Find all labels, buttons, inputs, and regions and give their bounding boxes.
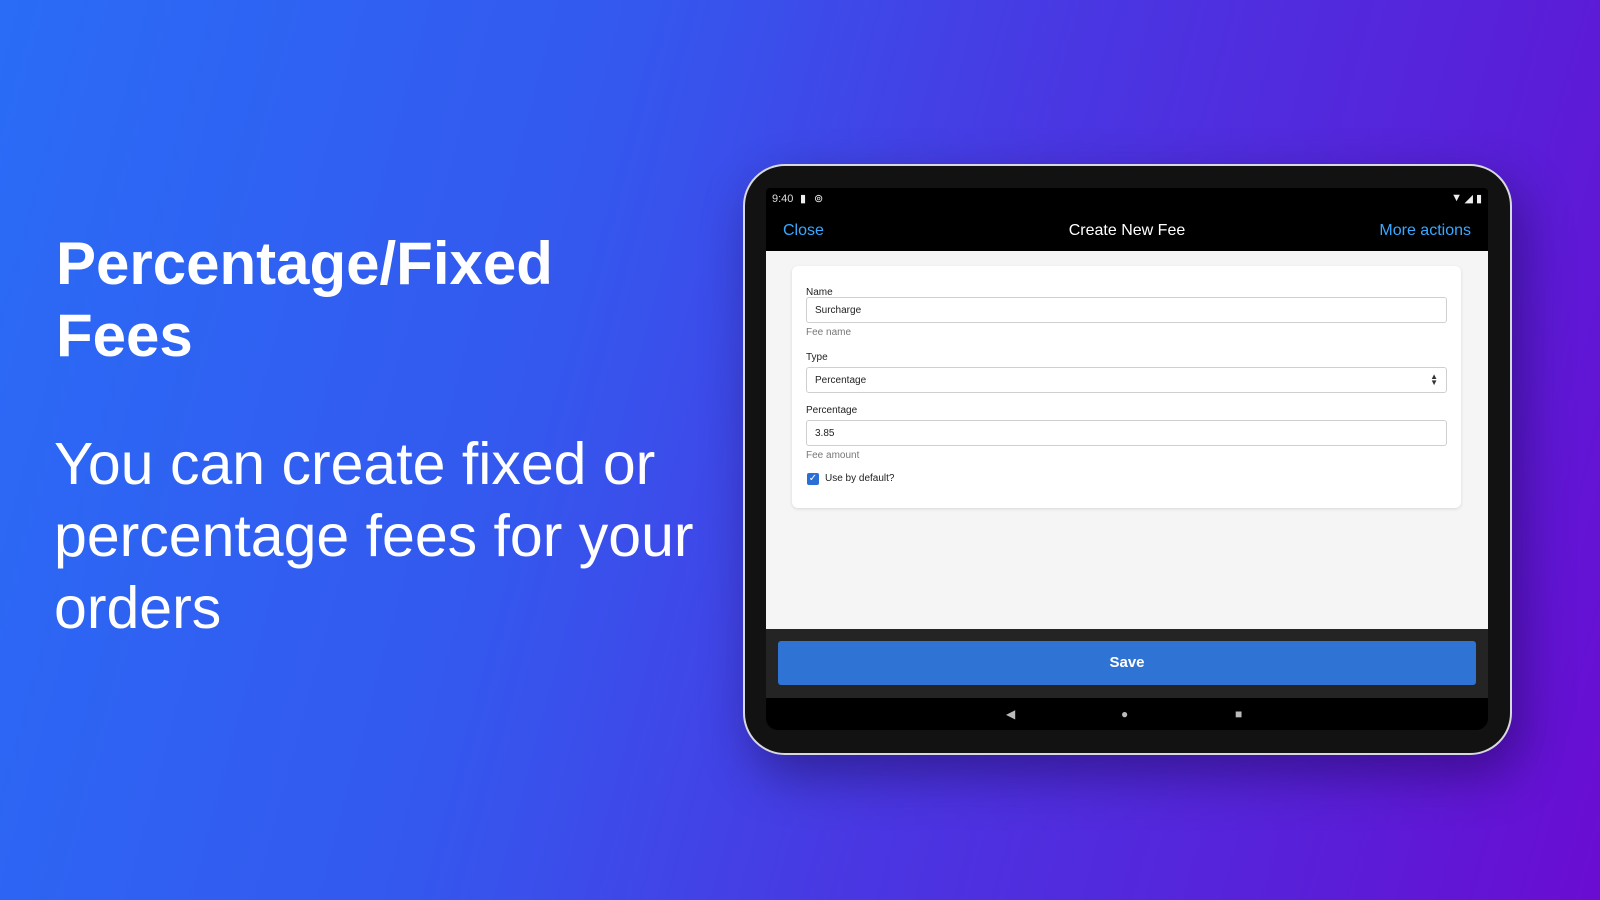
- use-default-label[interactable]: Use by default?: [825, 473, 895, 484]
- select-arrows-icon: ▲ ▼: [1430, 372, 1438, 387]
- status-bar: 9:40 ▮ ⊚ ▼ ◢ ▮: [766, 188, 1488, 210]
- sync-icon: ⊚: [814, 193, 824, 205]
- battery-icon: ▮: [1475, 193, 1482, 205]
- use-default-checkbox[interactable]: ✓: [807, 473, 819, 485]
- recents-icon[interactable]: ■: [1235, 707, 1242, 721]
- signal-icon: ◢: [1464, 193, 1473, 205]
- type-label: Type: [806, 352, 828, 363]
- home-icon[interactable]: ●: [1121, 707, 1128, 721]
- status-time: 9:40: [772, 193, 794, 205]
- type-value: Percentage: [815, 375, 867, 386]
- back-icon[interactable]: ◀: [1006, 707, 1015, 721]
- wifi-icon: ▼: [1451, 192, 1462, 204]
- fee-form-card: Name Surcharge Fee name Type Percentage …: [792, 266, 1461, 508]
- app-header: Close Create New Fee More actions: [766, 210, 1488, 251]
- tablet-screen: 9:40 ▮ ⊚ ▼ ◢ ▮ Close Create New Fee More…: [766, 188, 1488, 730]
- save-button[interactable]: Save: [778, 641, 1476, 685]
- form-area: Name Surcharge Fee name Type Percentage …: [766, 251, 1488, 629]
- percentage-label: Percentage: [806, 405, 858, 416]
- percentage-hint: Fee amount: [806, 450, 860, 461]
- percentage-input[interactable]: 3.85: [806, 420, 1447, 446]
- promo-body: You can create fixed or percentage fees …: [54, 431, 694, 641]
- promo-title: Percentage/Fixed Fees: [56, 230, 553, 369]
- name-hint: Fee name: [806, 327, 852, 338]
- type-select[interactable]: Percentage ▲ ▼: [806, 367, 1447, 393]
- name-input[interactable]: Surcharge: [806, 297, 1447, 323]
- more-actions-button[interactable]: More actions: [1379, 222, 1471, 240]
- android-nav-bar: ◀ ● ■: [766, 698, 1488, 730]
- bottom-bar: Save: [766, 629, 1488, 698]
- sd-card-icon: ▮: [800, 193, 807, 205]
